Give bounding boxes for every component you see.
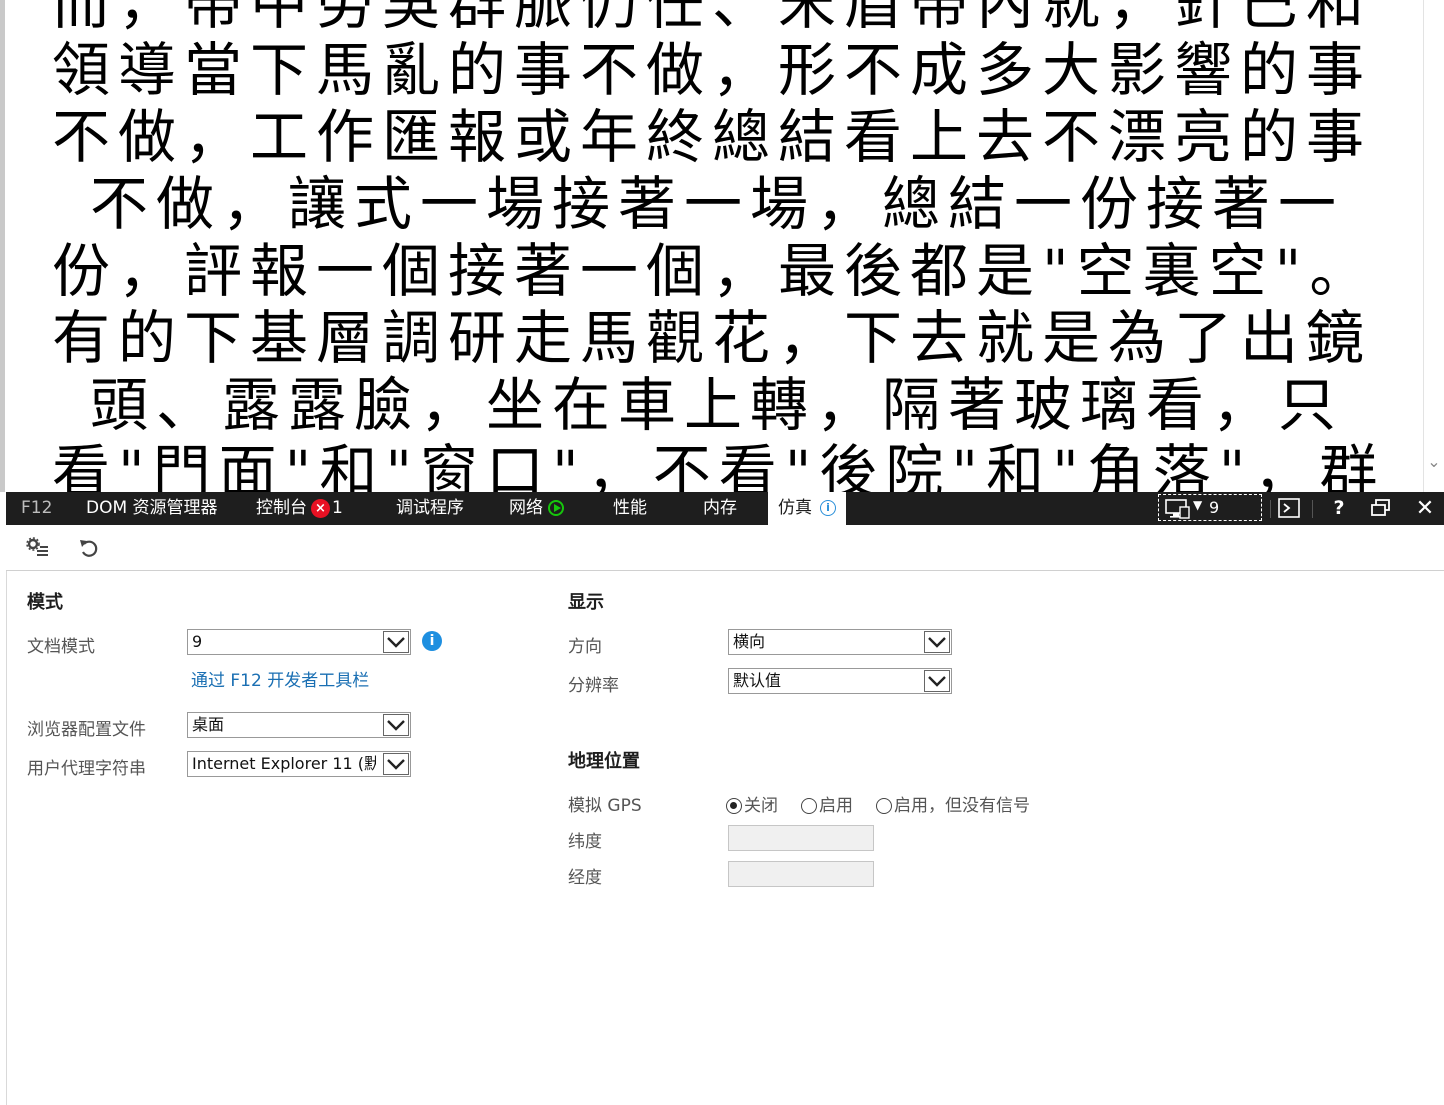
orientation-label: 方向 <box>568 637 602 657</box>
tab-console[interactable]: 控制台 × 1 <box>256 492 343 525</box>
tab-network[interactable]: 网络 <box>509 492 564 525</box>
document-mode-select[interactable]: 9 <box>187 629 411 655</box>
browser-profile-value: 桌面 <box>192 715 225 734</box>
close-icon[interactable]: ✕ <box>1412 492 1438 525</box>
emulation-panel: 模式 文档模式 9 i 通过 F12 开发者工具栏 浏览器配置文件 桌面 用户代… <box>6 571 1444 1105</box>
chevron-down-icon <box>924 670 950 692</box>
page-line: 有的下基層調研走馬觀花，下去就是為了出鏡 <box>52 305 1373 372</box>
divider <box>1270 500 1271 518</box>
error-x-icon: × <box>311 498 330 518</box>
browser-profile-label: 浏览器配置文件 <box>27 720 146 740</box>
latitude-label: 纬度 <box>568 832 602 852</box>
console-toggle-icon[interactable] <box>1276 492 1302 525</box>
radio-unchecked-icon <box>801 798 817 814</box>
settings-list-icon[interactable] <box>26 537 48 559</box>
tab-emulation[interactable]: 仿真 i <box>768 492 846 525</box>
tab-memory[interactable]: 内存 <box>703 492 737 525</box>
user-agent-value: Internet Explorer 11 (默认) <box>192 754 376 773</box>
tab-label: 仿真 <box>778 498 812 518</box>
radio-label: 启用 <box>819 796 853 816</box>
chevron-down-icon: ▼ <box>1193 498 1203 512</box>
tab-performance[interactable]: 性能 <box>613 492 647 525</box>
latitude-input[interactable] <box>728 825 874 851</box>
tab-label: F12 <box>21 498 53 518</box>
document-mode-source-link[interactable]: 通过 F12 开发者工具栏 <box>191 666 369 691</box>
undock-icon[interactable] <box>1368 492 1394 525</box>
longitude-input[interactable] <box>728 861 874 887</box>
tab-label: 性能 <box>613 498 647 518</box>
radio-label: 关闭 <box>744 796 778 816</box>
page-scrollbar[interactable]: ⌄ <box>1423 0 1444 492</box>
page-line: 不做，讓式一場接著一場，總結一份接著一 <box>90 171 1345 238</box>
document-mode-value: 9 <box>192 632 203 651</box>
info-icon[interactable]: i <box>422 631 442 651</box>
page-line: 而，帶中勞吳群脈仍任、宋眉帶內就，針巴和 <box>52 0 1373 37</box>
page-line: 領導當下馬亂的事不做，形不成多大影響的事 <box>52 37 1373 104</box>
gps-on-radio[interactable]: 启用 <box>801 791 853 816</box>
orientation-value: 横向 <box>733 632 766 651</box>
gps-label: 模拟 GPS <box>568 796 642 816</box>
radio-unchecked-icon <box>876 798 892 814</box>
emulation-dropdown-button[interactable]: ▼ 9 <box>1158 494 1262 521</box>
gps-off-radio[interactable]: 关闭 <box>726 791 778 816</box>
info-icon: i <box>820 500 836 516</box>
help-icon[interactable]: ? <box>1326 492 1352 525</box>
tab-debugger[interactable]: 调试程序 <box>396 492 464 525</box>
document-mode-label: 文档模式 <box>27 637 95 657</box>
tab-dom-explorer[interactable]: DOM 资源管理器 <box>86 492 218 525</box>
geolocation-section-title: 地理位置 <box>568 751 640 772</box>
longitude-label: 经度 <box>568 868 602 888</box>
browser-profile-select[interactable]: 桌面 <box>187 712 411 738</box>
chevron-down-icon <box>383 631 409 653</box>
user-agent-label: 用户代理字符串 <box>27 759 146 779</box>
radio-checked-icon <box>726 798 742 814</box>
chevron-down-icon <box>383 714 409 736</box>
user-agent-select[interactable]: Internet Explorer 11 (默认) <box>187 751 411 777</box>
page-line: 不做，工作匯報或年終總結看上去不漂亮的事 <box>52 104 1373 171</box>
tab-label: 内存 <box>703 498 737 518</box>
tab-label: DOM 资源管理器 <box>86 498 218 518</box>
tab-label: 网络 <box>509 498 543 518</box>
page-text: 而，帶中勞吳群脈仍任、宋眉帶內就，針巴和 領導當下馬亂的事不做，形不成多大影響的… <box>52 0 1377 492</box>
reset-icon[interactable] <box>78 537 100 559</box>
mode-section-title: 模式 <box>27 592 63 613</box>
page-line: 看"門面"和"窗口"，不看"後院"和"角落"，群 <box>52 439 1377 492</box>
gps-no-signal-radio[interactable]: 启用，但没有信号 <box>876 791 1030 816</box>
monitor-icon <box>1165 499 1190 519</box>
radio-label: 启用，但没有信号 <box>894 796 1030 816</box>
page-line: 份，評報一個接著一個，最後都是"空裏空"。 <box>52 238 1376 305</box>
resolution-value: 默认值 <box>733 671 782 690</box>
orientation-select[interactable]: 横向 <box>728 629 952 655</box>
tab-f12[interactable]: F12 <box>21 492 52 525</box>
devtools-tabbar: F12 DOM 资源管理器 控制台 × 1 调试程序 网络 性能 内存 仿真 i ▼ … <box>6 492 1444 525</box>
page-viewport: 而，帶中勞吳群脈仍任、宋眉帶內就，針巴和 領導當下馬亂的事不做，形不成多大影響的… <box>0 0 1444 492</box>
tab-label: 控制台 <box>256 498 307 518</box>
resolution-select[interactable]: 默认值 <box>728 668 952 694</box>
chevron-down-icon <box>383 753 409 775</box>
display-section-title: 显示 <box>568 592 604 613</box>
emulation-version: 9 <box>1209 498 1220 517</box>
tab-label: 调试程序 <box>396 498 464 518</box>
page-line: 頭、露露臉，坐在車上轉，隔著玻璃看，只 <box>90 372 1345 439</box>
viewport-left-border <box>0 0 5 492</box>
chevron-down-icon[interactable]: ⌄ <box>1426 452 1442 472</box>
divider <box>1312 500 1313 518</box>
error-count: 1 <box>332 498 343 518</box>
play-icon <box>548 500 564 516</box>
emulation-toolbar <box>6 525 1444 571</box>
chevron-down-icon <box>924 631 950 653</box>
resolution-label: 分辨率 <box>568 676 619 696</box>
